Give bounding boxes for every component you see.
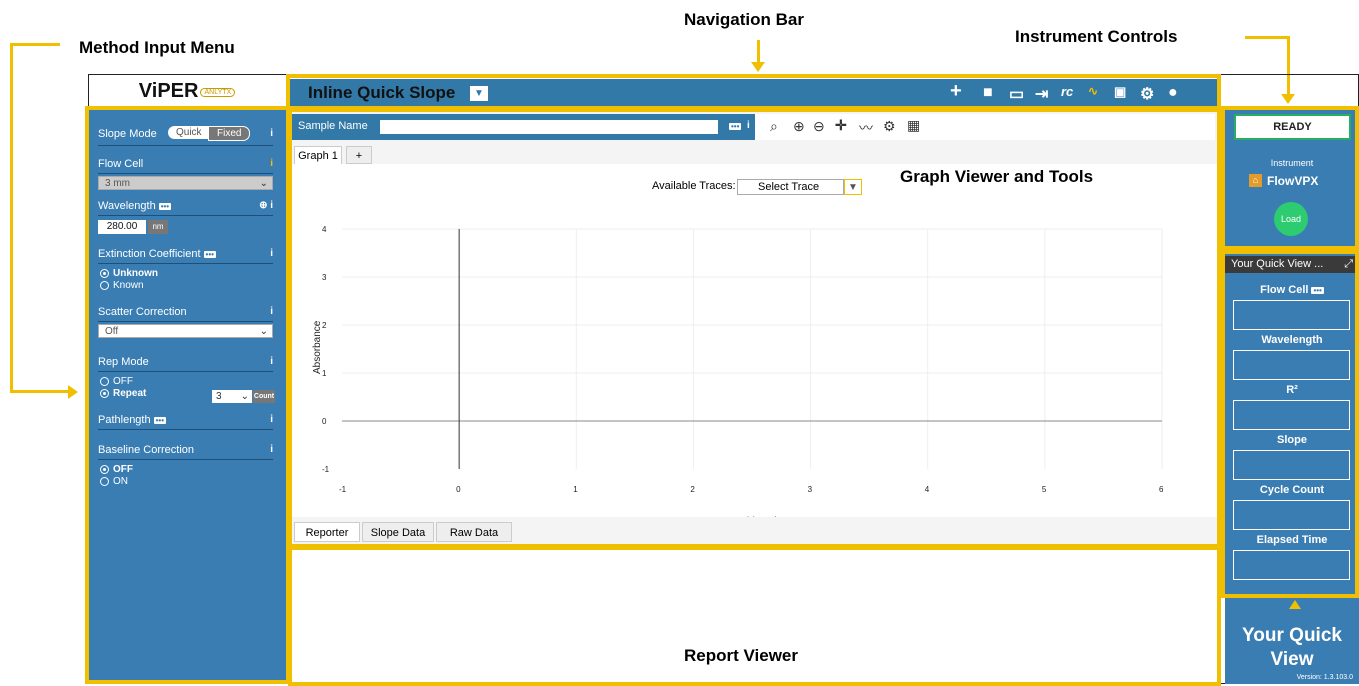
nav-highlight <box>286 74 1221 110</box>
graph-highlight <box>288 108 1221 548</box>
version-label: Version: 1.3.103.0 <box>1296 674 1353 681</box>
instrument-controls-annotation: Instrument Controls <box>1015 27 1178 46</box>
instrument-highlight <box>1221 106 1359 250</box>
your-quick-view-annotation: Your Quick View <box>1242 625 1342 670</box>
method-input-menu-annotation: Method Input Menu <box>79 38 235 57</box>
method-line-bottom <box>10 390 70 393</box>
method-arrow-head <box>68 385 78 399</box>
method-line-top <box>10 43 60 46</box>
method-line-left <box>10 43 13 393</box>
nav-arrow-head <box>751 62 765 72</box>
navigation-bar-annotation: Navigation Bar <box>684 10 804 29</box>
logo: ViPER ANLYTX <box>89 75 285 107</box>
quick-view-highlight <box>1221 250 1359 598</box>
quick-view-arrow <box>1289 600 1301 609</box>
instrument-line-top <box>1245 36 1290 39</box>
left-highlight <box>85 106 290 684</box>
report-highlight <box>288 546 1221 686</box>
